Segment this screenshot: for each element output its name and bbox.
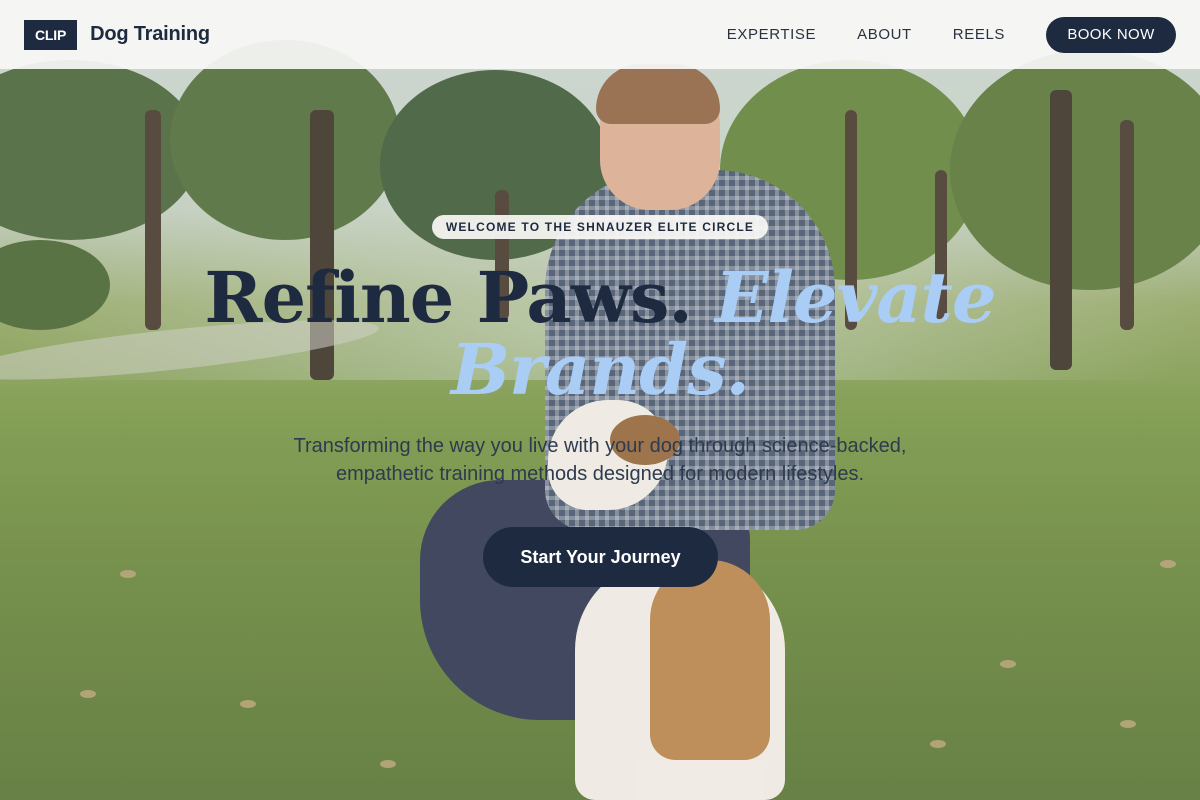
brand-logo[interactable]: CLIP Dog Training	[24, 19, 210, 50]
hero-headline: Refine Paws. Elevate Brands.	[200, 262, 1000, 406]
nav-links: EXPERTISE ABOUT REELS BOOK NOW	[727, 16, 1176, 53]
logo-text: Dog Training	[90, 23, 210, 45]
nav-link-about[interactable]: ABOUT	[857, 26, 912, 43]
hero-content: WELCOME TO THE SHNAUZER ELITE CIRCLE Ref…	[0, 0, 1200, 800]
nav-link-expertise[interactable]: EXPERTISE	[727, 26, 816, 43]
start-journey-button[interactable]: Start Your Journey	[483, 527, 718, 587]
nav-link-reels[interactable]: REELS	[953, 26, 1005, 43]
headline-main: Refine Paws.	[204, 256, 716, 339]
top-navigation-bar: CLIP Dog Training EXPERTISE ABOUT REELS …	[0, 0, 1200, 69]
book-now-button[interactable]: BOOK NOW	[1046, 16, 1176, 53]
welcome-badge: WELCOME TO THE SHNAUZER ELITE CIRCLE	[432, 215, 768, 239]
hero-subtitle: Transforming the way you live with your …	[293, 435, 907, 485]
logo-badge: CLIP	[24, 19, 78, 50]
